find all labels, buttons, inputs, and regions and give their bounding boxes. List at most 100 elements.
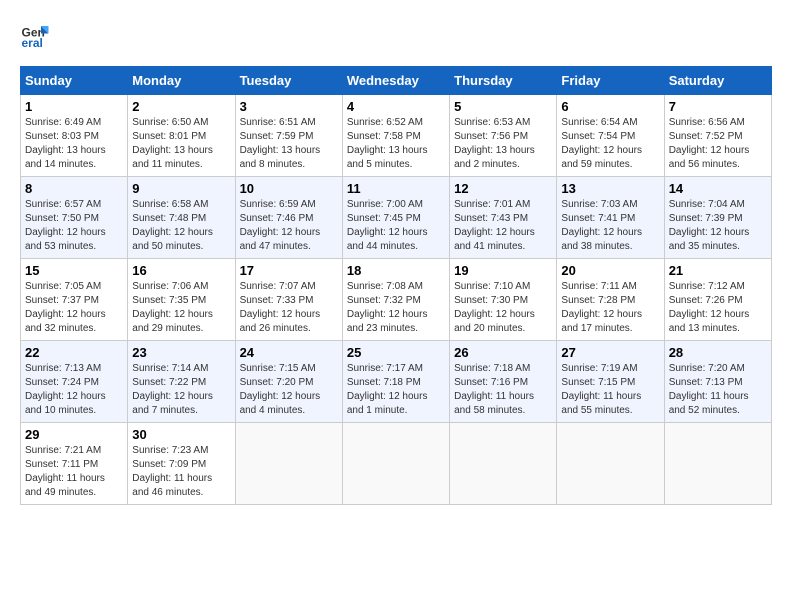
day-info: Sunrise: 7:10 AM Sunset: 7:30 PM Dayligh… [454,280,552,336]
day-info: Sunrise: 7:15 AM Sunset: 7:20 PM Dayligh… [240,362,338,418]
calendar-day-cell: 23 Sunrise: 7:14 AM Sunset: 7:22 PM Dayl… [128,341,235,423]
day-number: 19 [454,263,552,278]
day-number: 5 [454,99,552,114]
day-info: Sunrise: 6:59 AM Sunset: 7:46 PM Dayligh… [240,198,338,254]
day-number: 23 [132,345,230,360]
logo: Gen eral [20,20,54,50]
day-info: Sunrise: 6:54 AM Sunset: 7:54 PM Dayligh… [561,116,659,172]
svg-text:eral: eral [22,36,43,50]
calendar-day-cell: 13 Sunrise: 7:03 AM Sunset: 7:41 PM Dayl… [557,177,664,259]
day-number: 30 [132,427,230,442]
calendar-week-row: 29 Sunrise: 7:21 AM Sunset: 7:11 PM Dayl… [21,423,772,505]
weekday-header-wednesday: Wednesday [342,67,449,95]
day-number: 16 [132,263,230,278]
day-info: Sunrise: 7:05 AM Sunset: 7:37 PM Dayligh… [25,280,123,336]
calendar-day-cell: 24 Sunrise: 7:15 AM Sunset: 7:20 PM Dayl… [235,341,342,423]
calendar-day-cell: 3 Sunrise: 6:51 AM Sunset: 7:59 PM Dayli… [235,95,342,177]
day-number: 28 [669,345,767,360]
calendar-day-cell: 2 Sunrise: 6:50 AM Sunset: 8:01 PM Dayli… [128,95,235,177]
calendar-day-cell: 30 Sunrise: 7:23 AM Sunset: 7:09 PM Dayl… [128,423,235,505]
day-info: Sunrise: 6:56 AM Sunset: 7:52 PM Dayligh… [669,116,767,172]
weekday-header-sunday: Sunday [21,67,128,95]
weekday-header-monday: Monday [128,67,235,95]
calendar-day-cell: 14 Sunrise: 7:04 AM Sunset: 7:39 PM Dayl… [664,177,771,259]
day-number: 12 [454,181,552,196]
calendar-day-cell: 1 Sunrise: 6:49 AM Sunset: 8:03 PM Dayli… [21,95,128,177]
day-info: Sunrise: 7:14 AM Sunset: 7:22 PM Dayligh… [132,362,230,418]
day-number: 15 [25,263,123,278]
calendar-day-cell: 26 Sunrise: 7:18 AM Sunset: 7:16 PM Dayl… [450,341,557,423]
weekday-header-saturday: Saturday [664,67,771,95]
calendar-week-row: 8 Sunrise: 6:57 AM Sunset: 7:50 PM Dayli… [21,177,772,259]
calendar-day-cell: 25 Sunrise: 7:17 AM Sunset: 7:18 PM Dayl… [342,341,449,423]
calendar-day-cell: 6 Sunrise: 6:54 AM Sunset: 7:54 PM Dayli… [557,95,664,177]
day-number: 18 [347,263,445,278]
day-number: 29 [25,427,123,442]
weekday-header-tuesday: Tuesday [235,67,342,95]
day-info: Sunrise: 7:00 AM Sunset: 7:45 PM Dayligh… [347,198,445,254]
calendar-day-cell [450,423,557,505]
calendar-day-cell: 5 Sunrise: 6:53 AM Sunset: 7:56 PM Dayli… [450,95,557,177]
day-number: 3 [240,99,338,114]
day-info: Sunrise: 6:53 AM Sunset: 7:56 PM Dayligh… [454,116,552,172]
day-info: Sunrise: 7:20 AM Sunset: 7:13 PM Dayligh… [669,362,767,418]
day-number: 27 [561,345,659,360]
calendar-day-cell: 7 Sunrise: 6:56 AM Sunset: 7:52 PM Dayli… [664,95,771,177]
calendar-day-cell [342,423,449,505]
calendar-day-cell: 9 Sunrise: 6:58 AM Sunset: 7:48 PM Dayli… [128,177,235,259]
calendar-day-cell [235,423,342,505]
day-number: 20 [561,263,659,278]
day-number: 6 [561,99,659,114]
day-info: Sunrise: 6:52 AM Sunset: 7:58 PM Dayligh… [347,116,445,172]
calendar-day-cell: 28 Sunrise: 7:20 AM Sunset: 7:13 PM Dayl… [664,341,771,423]
calendar-day-cell: 17 Sunrise: 7:07 AM Sunset: 7:33 PM Dayl… [235,259,342,341]
day-number: 25 [347,345,445,360]
day-number: 22 [25,345,123,360]
calendar-day-cell: 22 Sunrise: 7:13 AM Sunset: 7:24 PM Dayl… [21,341,128,423]
day-number: 14 [669,181,767,196]
calendar-week-row: 22 Sunrise: 7:13 AM Sunset: 7:24 PM Dayl… [21,341,772,423]
day-info: Sunrise: 7:01 AM Sunset: 7:43 PM Dayligh… [454,198,552,254]
day-info: Sunrise: 7:04 AM Sunset: 7:39 PM Dayligh… [669,198,767,254]
day-info: Sunrise: 7:23 AM Sunset: 7:09 PM Dayligh… [132,444,230,500]
calendar-day-cell: 20 Sunrise: 7:11 AM Sunset: 7:28 PM Dayl… [557,259,664,341]
calendar-day-cell: 18 Sunrise: 7:08 AM Sunset: 7:32 PM Dayl… [342,259,449,341]
calendar-day-cell: 8 Sunrise: 6:57 AM Sunset: 7:50 PM Dayli… [21,177,128,259]
calendar-table: SundayMondayTuesdayWednesdayThursdayFrid… [20,66,772,505]
calendar-day-cell: 29 Sunrise: 7:21 AM Sunset: 7:11 PM Dayl… [21,423,128,505]
day-info: Sunrise: 6:57 AM Sunset: 7:50 PM Dayligh… [25,198,123,254]
day-info: Sunrise: 7:18 AM Sunset: 7:16 PM Dayligh… [454,362,552,418]
day-info: Sunrise: 6:58 AM Sunset: 7:48 PM Dayligh… [132,198,230,254]
header: Gen eral [20,20,772,50]
day-number: 24 [240,345,338,360]
day-number: 2 [132,99,230,114]
day-info: Sunrise: 7:13 AM Sunset: 7:24 PM Dayligh… [25,362,123,418]
day-number: 26 [454,345,552,360]
calendar-day-cell: 11 Sunrise: 7:00 AM Sunset: 7:45 PM Dayl… [342,177,449,259]
day-number: 1 [25,99,123,114]
day-info: Sunrise: 6:49 AM Sunset: 8:03 PM Dayligh… [25,116,123,172]
day-number: 7 [669,99,767,114]
weekday-header-thursday: Thursday [450,67,557,95]
calendar-day-cell: 12 Sunrise: 7:01 AM Sunset: 7:43 PM Dayl… [450,177,557,259]
calendar-day-cell [664,423,771,505]
day-info: Sunrise: 6:51 AM Sunset: 7:59 PM Dayligh… [240,116,338,172]
day-info: Sunrise: 7:17 AM Sunset: 7:18 PM Dayligh… [347,362,445,418]
weekday-header-row: SundayMondayTuesdayWednesdayThursdayFrid… [21,67,772,95]
day-number: 4 [347,99,445,114]
day-info: Sunrise: 7:07 AM Sunset: 7:33 PM Dayligh… [240,280,338,336]
logo-icon: Gen eral [20,20,50,50]
day-info: Sunrise: 6:50 AM Sunset: 8:01 PM Dayligh… [132,116,230,172]
calendar-day-cell: 27 Sunrise: 7:19 AM Sunset: 7:15 PM Dayl… [557,341,664,423]
calendar-day-cell: 19 Sunrise: 7:10 AM Sunset: 7:30 PM Dayl… [450,259,557,341]
day-info: Sunrise: 7:06 AM Sunset: 7:35 PM Dayligh… [132,280,230,336]
calendar-day-cell: 16 Sunrise: 7:06 AM Sunset: 7:35 PM Dayl… [128,259,235,341]
day-info: Sunrise: 7:03 AM Sunset: 7:41 PM Dayligh… [561,198,659,254]
calendar-day-cell: 10 Sunrise: 6:59 AM Sunset: 7:46 PM Dayl… [235,177,342,259]
day-info: Sunrise: 7:19 AM Sunset: 7:15 PM Dayligh… [561,362,659,418]
day-number: 8 [25,181,123,196]
day-info: Sunrise: 7:08 AM Sunset: 7:32 PM Dayligh… [347,280,445,336]
day-number: 17 [240,263,338,278]
calendar-week-row: 1 Sunrise: 6:49 AM Sunset: 8:03 PM Dayli… [21,95,772,177]
calendar-week-row: 15 Sunrise: 7:05 AM Sunset: 7:37 PM Dayl… [21,259,772,341]
